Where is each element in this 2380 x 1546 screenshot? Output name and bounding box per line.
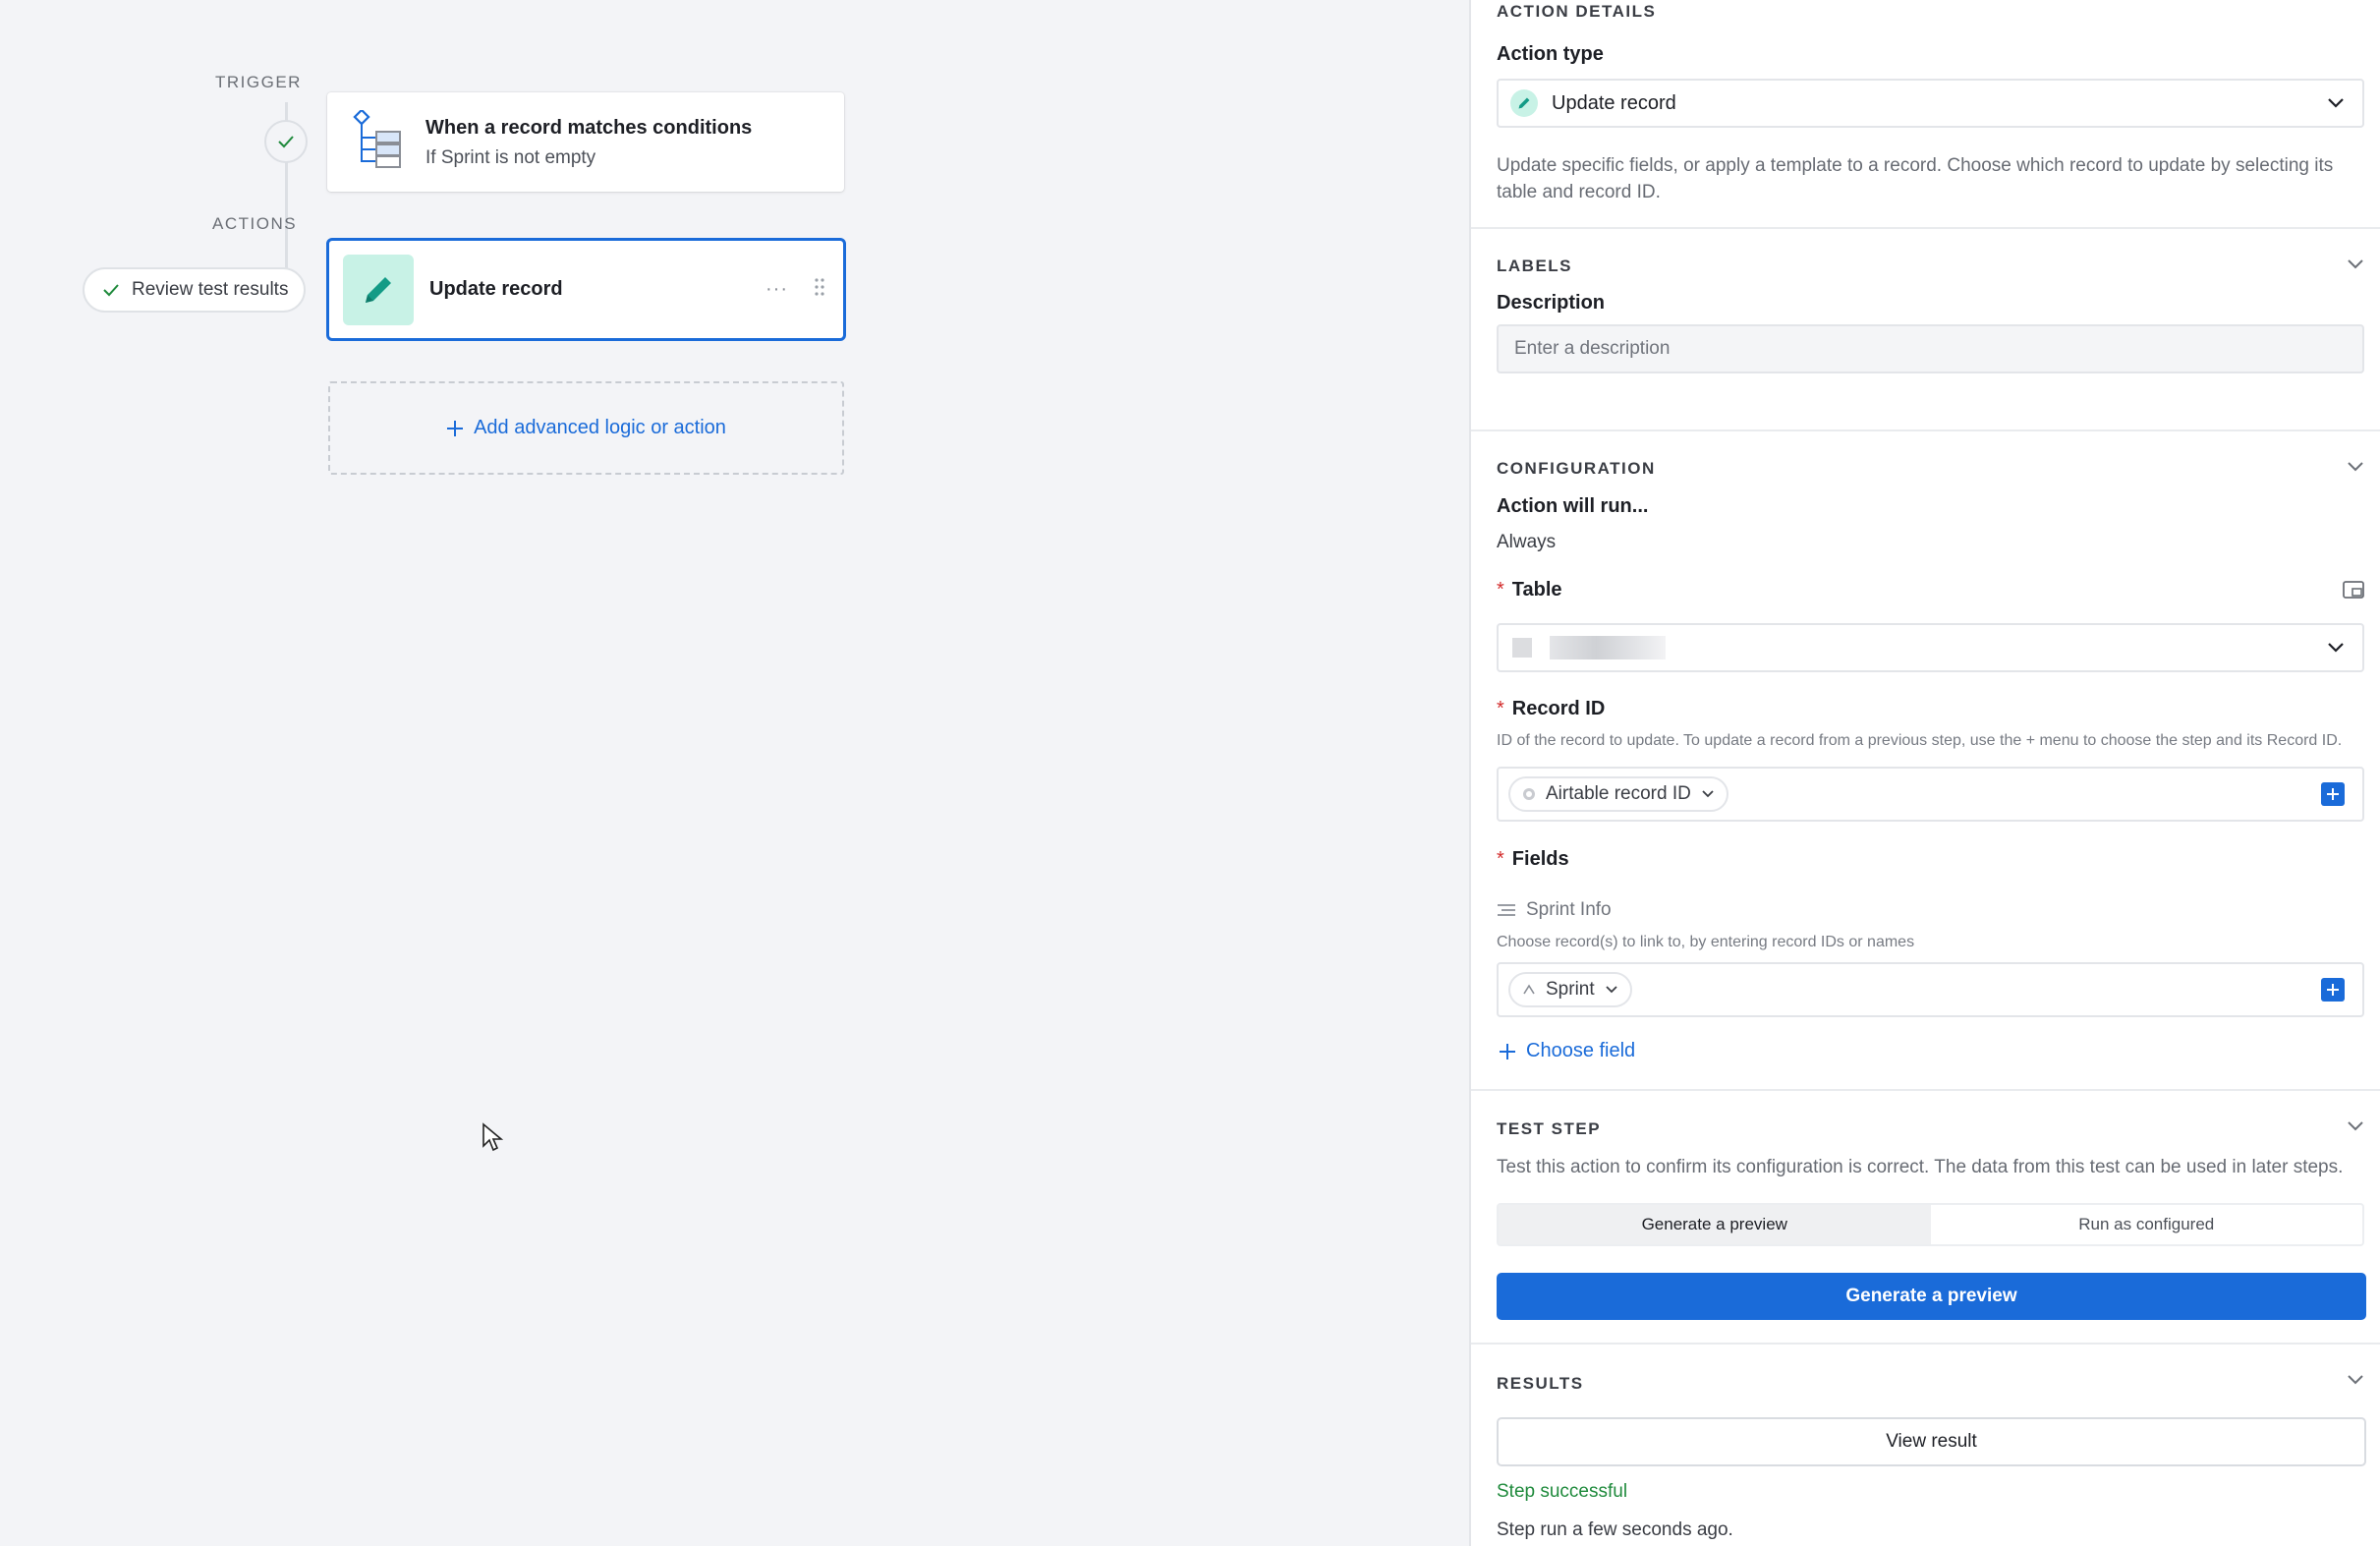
sprint-info-input[interactable]: Sprint bbox=[1497, 962, 2364, 1017]
chevron-down-icon bbox=[2328, 643, 2344, 653]
action-type-description: Update specific fields, or apply a templ… bbox=[1497, 155, 2334, 202]
action-will-run-value: Always bbox=[1497, 532, 1557, 552]
test-step-section: TEST STEP Test this action to confirm it… bbox=[1471, 1091, 2380, 1345]
trigger-title: When a record matches conditions bbox=[425, 117, 753, 139]
action-card-title: Update record bbox=[429, 278, 563, 300]
configuration-section: CONFIGURATION Action will run... Always … bbox=[1471, 431, 2380, 1091]
generate-preview-button[interactable]: Generate a preview bbox=[1497, 1273, 2366, 1320]
tab-generate-preview[interactable]: Generate a preview bbox=[1499, 1205, 1931, 1244]
view-result-button[interactable]: View result bbox=[1497, 1417, 2366, 1466]
actions-section-label: ACTIONS bbox=[212, 214, 298, 233]
sprint-token-label: Sprint bbox=[1546, 979, 1595, 1000]
action-will-run-label: Action will run... bbox=[1497, 495, 1649, 517]
chevron-down-icon bbox=[1702, 790, 1714, 798]
automation-canvas: TRIGGER When a record matches conditions… bbox=[0, 0, 1469, 1546]
configuration-heading: CONFIGURATION bbox=[1497, 459, 1656, 478]
insert-token-button[interactable] bbox=[2321, 978, 2345, 1002]
linked-record-icon bbox=[1498, 904, 1515, 916]
sprint-token[interactable]: Sprint bbox=[1508, 972, 1632, 1007]
chevron-down-icon[interactable] bbox=[2347, 258, 2364, 270]
record-id-label: * Record ID bbox=[1497, 698, 1606, 719]
description-input[interactable]: Enter a description bbox=[1497, 324, 2364, 373]
redacted-table-name bbox=[1550, 636, 1666, 659]
pencil-icon bbox=[366, 276, 391, 303]
step-run-time: Step run a few seconds ago. bbox=[1497, 1519, 1733, 1540]
record-id-input[interactable]: Airtable record ID bbox=[1497, 767, 2364, 822]
results-heading: RESULTS bbox=[1497, 1374, 1584, 1393]
sprint-info-help: Choose record(s) to link to, by entering… bbox=[1497, 934, 1915, 950]
action-settings-panel: ACTION DETAILS Action type Update record… bbox=[1469, 0, 2380, 1546]
text-field-icon bbox=[1523, 984, 1535, 995]
action-details-heading: ACTION DETAILS bbox=[1497, 2, 1657, 21]
results-section: RESULTS View result Step successful Step… bbox=[1471, 1345, 2380, 1546]
trigger-status-check bbox=[264, 120, 308, 163]
plus-icon bbox=[2327, 788, 2339, 800]
insert-token-button[interactable] bbox=[2321, 782, 2345, 806]
test-step-description: Test this action to confirm its configur… bbox=[1497, 1157, 2344, 1177]
test-mode-toggle: Generate a preview Run as configured bbox=[1497, 1203, 2364, 1246]
record-id-icon bbox=[1523, 788, 1535, 800]
action-type-value: Update record bbox=[1552, 91, 1676, 114]
table-icon bbox=[1512, 638, 1532, 658]
mouse-cursor-icon bbox=[482, 1122, 504, 1157]
step-status: Step successful bbox=[1497, 1481, 1628, 1502]
trigger-subtitle: If Sprint is not empty bbox=[425, 147, 596, 168]
chevron-down-icon bbox=[2328, 98, 2344, 108]
chevron-down-icon[interactable] bbox=[2347, 1374, 2364, 1386]
trigger-section-label: TRIGGER bbox=[215, 73, 302, 91]
expand-panel-icon[interactable] bbox=[2343, 581, 2364, 599]
table-select[interactable] bbox=[1497, 623, 2364, 672]
pencil-icon bbox=[1510, 89, 1538, 117]
ellipsis-icon[interactable]: ··· bbox=[765, 278, 788, 301]
review-test-results-label: Review test results bbox=[132, 279, 289, 300]
airtable-record-id-token[interactable]: Airtable record ID bbox=[1508, 776, 1728, 812]
record-id-help: ID of the record to update. To update a … bbox=[1497, 732, 2343, 749]
review-test-results-button[interactable]: Review test results bbox=[83, 267, 307, 313]
choose-field-label: Choose field bbox=[1526, 1040, 1636, 1061]
add-advanced-logic-label: Add advanced logic or action bbox=[474, 417, 726, 438]
sprint-info-field-label: Sprint Info bbox=[1497, 899, 1612, 921]
test-step-heading: TEST STEP bbox=[1497, 1119, 1602, 1138]
action-type-label: Action type bbox=[1497, 43, 1604, 65]
labels-heading: LABELS bbox=[1497, 257, 1572, 275]
action-type-select[interactable]: Update record bbox=[1497, 79, 2364, 128]
sprint-info-name: Sprint Info bbox=[1526, 899, 1612, 920]
check-icon bbox=[103, 284, 119, 297]
update-record-action-card[interactable]: Update record ··· bbox=[326, 238, 846, 341]
chevron-down-icon[interactable] bbox=[2347, 1120, 2364, 1132]
fields-label: * Fields bbox=[1497, 848, 1569, 870]
trigger-card[interactable]: When a record matches conditions If Spri… bbox=[327, 92, 844, 192]
description-label: Description bbox=[1497, 292, 1606, 314]
choose-field-button[interactable]: Choose field bbox=[1499, 1040, 1635, 1062]
action-details-section: ACTION DETAILS Action type Update record… bbox=[1471, 0, 2380, 229]
check-icon bbox=[278, 136, 294, 148]
drag-handle-icon[interactable] bbox=[814, 277, 825, 302]
tab-run-as-configured[interactable]: Run as configured bbox=[1931, 1205, 2363, 1244]
conditions-tree-icon bbox=[353, 108, 406, 174]
action-icon-tile bbox=[343, 254, 414, 325]
chevron-down-icon[interactable] bbox=[2347, 461, 2364, 473]
chevron-down-icon bbox=[1606, 986, 1617, 994]
labels-section: LABELS Description Enter a description bbox=[1471, 229, 2380, 431]
airtable-record-id-label: Airtable record ID bbox=[1546, 783, 1691, 804]
table-label: * Table bbox=[1497, 579, 1562, 601]
plus-icon bbox=[2327, 984, 2339, 996]
add-advanced-logic-button[interactable]: Add advanced logic or action bbox=[328, 381, 844, 475]
plus-icon bbox=[447, 420, 464, 436]
plus-icon bbox=[1500, 1043, 1515, 1059]
